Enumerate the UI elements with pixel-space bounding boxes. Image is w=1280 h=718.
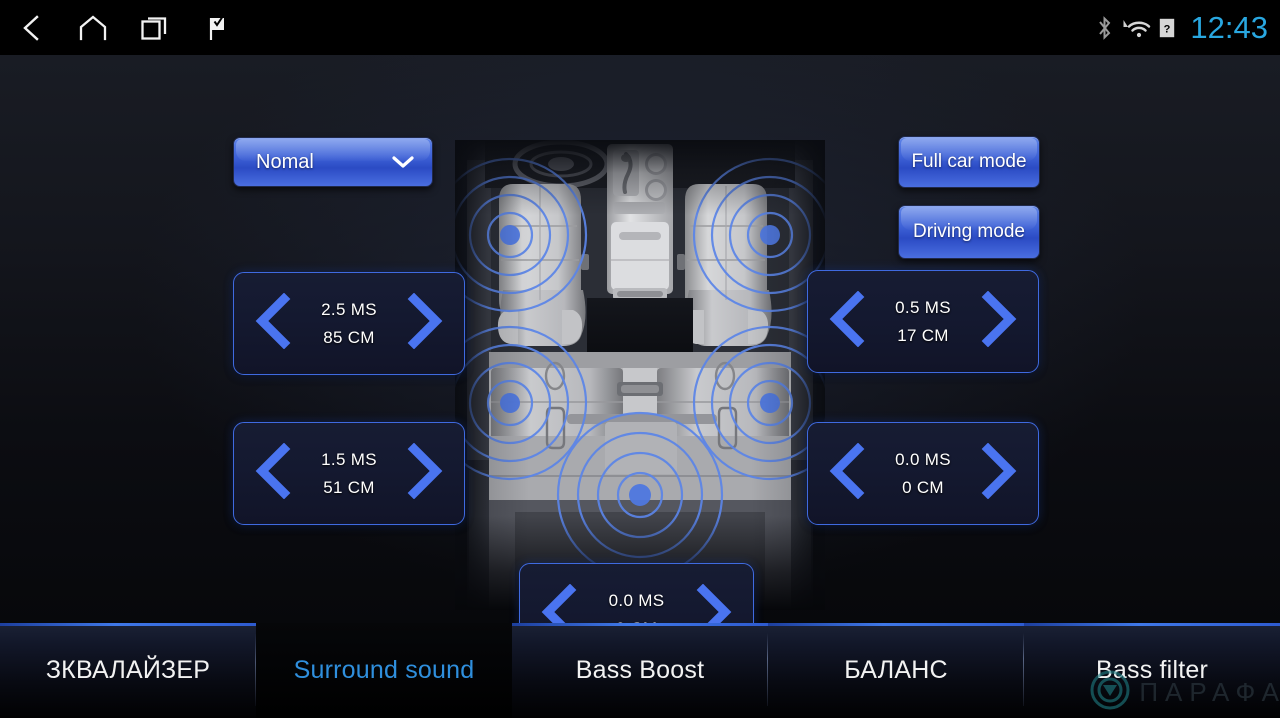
- tab-bar: ЗКВАЛАЙЗЕР Surround sound Bass Boost БАЛ…: [0, 623, 1280, 718]
- rear-right-ms: 0.0 MS: [895, 449, 951, 469]
- svg-text:?: ?: [1164, 23, 1171, 35]
- back-icon[interactable]: [0, 0, 62, 55]
- increase-front-left-button[interactable]: [404, 292, 444, 354]
- increase-rear-right-button[interactable]: [978, 442, 1018, 504]
- decrease-subwoofer-button[interactable]: [540, 583, 580, 623]
- front-left-cm: 85 CM: [323, 327, 375, 347]
- front-left-values: 2.5 MS 85 CM: [321, 300, 377, 348]
- bluetooth-icon: [1096, 15, 1113, 41]
- car-interior-image: [467, 140, 813, 610]
- front-right-ms: 0.5 MS: [895, 297, 951, 317]
- clock: 12:43: [1190, 10, 1268, 45]
- decrease-rear-right-button[interactable]: [828, 442, 868, 504]
- surround-sound-panel: Nomal Full car mode Driving mode 2.5 MS: [0, 55, 1280, 623]
- sound-mode-select[interactable]: Nomal: [233, 137, 433, 187]
- increase-subwoofer-button[interactable]: [693, 583, 733, 623]
- car-diagram: [455, 140, 825, 610]
- system-icons: ? 12:43: [1096, 0, 1268, 55]
- tab-surround-sound-label: Surround sound: [293, 656, 475, 684]
- front-left-ms: 2.5 MS: [321, 299, 377, 319]
- recents-icon[interactable]: [124, 0, 186, 55]
- full-car-mode-label: Full car mode: [911, 151, 1027, 172]
- tab-bass-filter[interactable]: Bass filter: [1024, 623, 1280, 718]
- delay-panel-front-right: 0.5 MS 17 CM: [807, 270, 1039, 373]
- rear-left-cm: 51 CM: [323, 477, 375, 497]
- wifi-icon: [1120, 16, 1152, 40]
- sound-mode-value: Nomal: [256, 150, 314, 173]
- front-right-values: 0.5 MS 17 CM: [895, 298, 951, 346]
- delay-panel-rear-right: 0.0 MS 0 CM: [807, 422, 1039, 525]
- tab-surround-sound[interactable]: Surround sound: [256, 623, 512, 718]
- increase-rear-left-button[interactable]: [404, 442, 444, 504]
- front-right-cm: 17 CM: [897, 325, 949, 345]
- tab-bass-boost-label: Bass Boost: [575, 656, 705, 684]
- delay-panel-subwoofer: 0.0 MS 0 CM: [519, 563, 754, 623]
- rear-left-values: 1.5 MS 51 CM: [321, 450, 377, 498]
- increase-front-right-button[interactable]: [978, 290, 1018, 352]
- driving-mode-button[interactable]: Driving mode: [898, 205, 1040, 259]
- sim-unknown-icon: ?: [1159, 17, 1175, 39]
- delay-panel-rear-left: 1.5 MS 51 CM: [233, 422, 465, 525]
- flag-icon[interactable]: [186, 0, 248, 55]
- subwoofer-values: 0.0 MS 0 CM: [609, 591, 665, 624]
- rear-right-values: 0.0 MS 0 CM: [895, 450, 951, 498]
- driving-mode-label: Driving mode: [913, 221, 1025, 242]
- tab-equalizer[interactable]: ЗКВАЛАЙЗЕР: [0, 623, 256, 718]
- tab-bass-filter-label: Bass filter: [1096, 656, 1208, 684]
- decrease-front-right-button[interactable]: [828, 290, 868, 352]
- navigation-bar: [0, 0, 248, 55]
- tab-equalizer-label: ЗКВАЛАЙЗЕР: [45, 656, 211, 684]
- delay-panel-front-left: 2.5 MS 85 CM: [233, 272, 465, 375]
- tab-bass-boost[interactable]: Bass Boost: [512, 623, 768, 718]
- head-unit-screen: ? 12:43 Nomal Full car mode Driving mode…: [0, 0, 1280, 718]
- full-car-mode-button[interactable]: Full car mode: [898, 136, 1040, 188]
- decrease-front-left-button[interactable]: [254, 292, 294, 354]
- home-icon[interactable]: [62, 0, 124, 55]
- status-bar: ? 12:43: [0, 0, 1280, 55]
- rear-left-ms: 1.5 MS: [321, 449, 377, 469]
- decrease-rear-left-button[interactable]: [254, 442, 294, 504]
- rear-right-cm: 0 CM: [902, 477, 944, 497]
- chevron-down-icon: [390, 154, 416, 170]
- subwoofer-ms: 0.0 MS: [608, 590, 665, 610]
- tab-balance[interactable]: БАЛАНС: [768, 623, 1024, 718]
- tab-balance-label: БАЛАНС: [844, 656, 948, 684]
